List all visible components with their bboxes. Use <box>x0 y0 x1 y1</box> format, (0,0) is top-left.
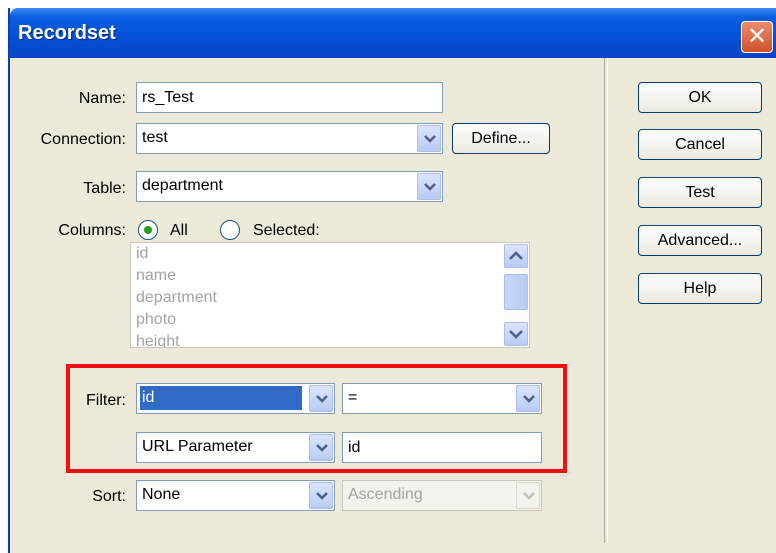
sort-label: Sort: <box>92 488 126 505</box>
close-icon: ✕ <box>746 22 768 50</box>
sort-order-dropdown-button[interactable] <box>516 482 540 509</box>
columns-selected-radio[interactable] <box>220 220 240 240</box>
filter-highlight-box <box>66 364 567 473</box>
chevron-up-icon <box>509 251 523 260</box>
close-button[interactable]: ✕ <box>741 21 773 53</box>
sort-column-value: None <box>142 486 181 503</box>
chevron-down-icon <box>316 492 328 500</box>
chevron-down-icon <box>509 330 523 339</box>
chevron-down-icon <box>424 183 436 191</box>
columns-selected-label: Selected: <box>253 222 320 239</box>
radio-selected-dot <box>144 226 152 234</box>
define-button[interactable]: Define... <box>452 123 550 154</box>
list-item[interactable]: height <box>131 331 529 347</box>
ok-button[interactable]: OK <box>638 82 762 113</box>
list-item[interactable]: department <box>131 287 529 309</box>
connection-select[interactable]: test <box>136 123 443 154</box>
list-item[interactable]: id <box>131 243 529 265</box>
test-button[interactable]: Test <box>638 177 762 208</box>
columns-label: Columns: <box>58 222 126 239</box>
chevron-down-icon <box>424 135 436 143</box>
cancel-button[interactable]: Cancel <box>638 129 762 160</box>
name-label: Name: <box>78 90 126 107</box>
list-item[interactable]: photo <box>131 309 529 331</box>
connection-label: Connection: <box>40 131 126 148</box>
table-select[interactable]: department <box>136 171 443 202</box>
title-bar[interactable]: Recordset ✕ <box>10 8 776 58</box>
list-item[interactable]: name <box>131 265 529 287</box>
scroll-up-button[interactable] <box>504 244 528 268</box>
table-label: Table: <box>83 180 126 197</box>
table-dropdown-button[interactable] <box>417 173 441 200</box>
name-input[interactable]: rs_Test <box>136 82 443 113</box>
scroll-thumb[interactable] <box>504 274 528 310</box>
columns-all-radio[interactable] <box>138 220 158 240</box>
window-title: Recordset <box>18 22 116 44</box>
vertical-divider <box>604 58 608 543</box>
advanced-button[interactable]: Advanced... <box>638 225 762 256</box>
columns-all-label: All <box>170 222 188 239</box>
columns-listbox[interactable]: id name department photo height <box>130 242 530 348</box>
sort-order-select[interactable]: Ascending <box>342 480 542 511</box>
connection-value: test <box>142 129 168 146</box>
scroll-down-button[interactable] <box>504 322 528 346</box>
sort-column-dropdown-button[interactable] <box>309 482 333 509</box>
sort-order-value: Ascending <box>348 486 423 503</box>
connection-dropdown-button[interactable] <box>417 125 441 152</box>
sort-column-select[interactable]: None <box>136 480 335 511</box>
table-value: department <box>142 177 223 194</box>
help-button[interactable]: Help <box>638 273 762 304</box>
chevron-down-icon <box>523 492 535 500</box>
list-scrollbar[interactable] <box>504 244 528 346</box>
